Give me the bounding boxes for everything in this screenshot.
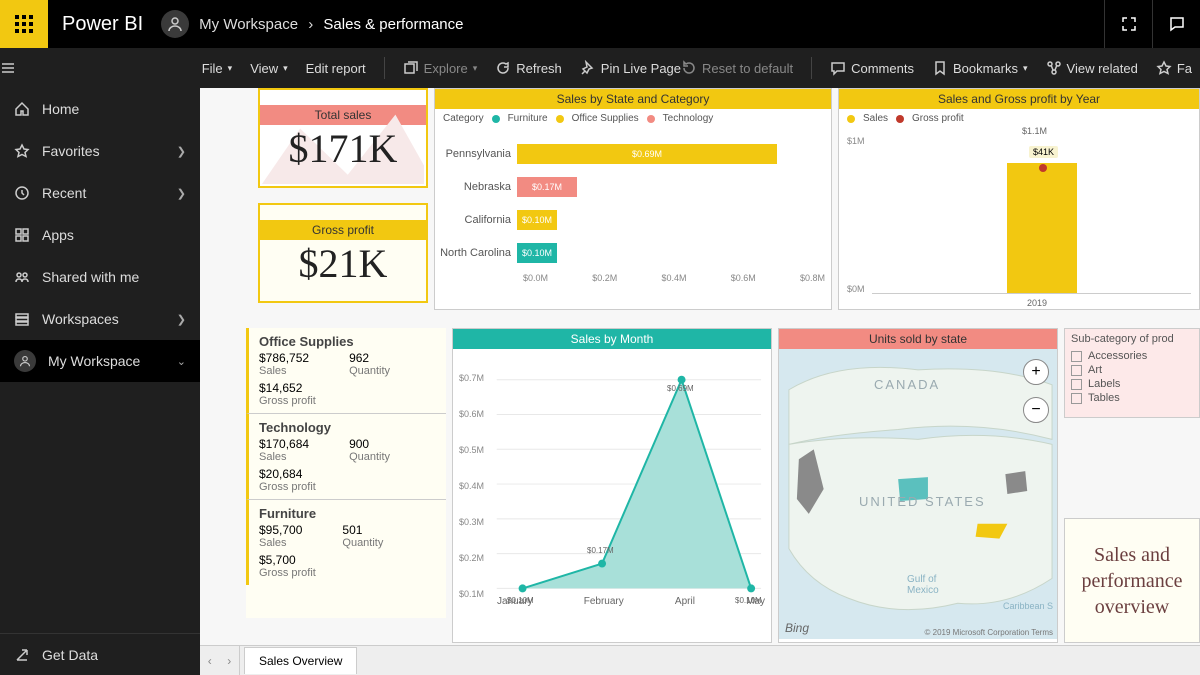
slicer-subcategory[interactable]: Sub-category of prod Accessories Art Lab… (1064, 328, 1200, 418)
map-viewport[interactable]: CANADA UNITED STATES Gulf of Mexico Cari… (779, 349, 1057, 639)
nav-my-workspace[interactable]: My Workspace⌄ (0, 340, 200, 382)
hamburger-icon (0, 60, 16, 76)
pin-icon (580, 60, 596, 76)
chevron-right-icon: ❯ (177, 187, 186, 200)
bookmarks-button[interactable]: Bookmarks▾ (932, 60, 1028, 76)
explore-button[interactable]: Explore▾ (403, 60, 478, 76)
kpi-total-sales[interactable]: Total sales $171K (258, 88, 428, 188)
map-attribution: © 2019 Microsoft Corporation Terms (925, 628, 1053, 637)
person-icon (19, 355, 31, 367)
title-card: Sales and performance overview (1064, 518, 1200, 643)
breadcrumb[interactable]: My Workspace › Sales & performance (199, 16, 463, 33)
report-canvas: Total sales $171K Gross profit $21K Sale… (200, 88, 1200, 675)
tile-title: Units sold by state (779, 329, 1057, 349)
nav-apps[interactable]: Apps (0, 214, 200, 256)
comments-button[interactable]: Comments (830, 60, 914, 76)
chevron-down-icon: ⌄ (177, 355, 186, 368)
x-axis: JanuaryFebruaryAprilMay (497, 596, 765, 607)
explore-icon (403, 60, 419, 76)
tab-prev-button[interactable]: ‹ (208, 654, 212, 668)
nav-toggle-button[interactable] (0, 60, 42, 76)
star-icon (1156, 60, 1172, 76)
file-menu[interactable]: File▾ (202, 61, 232, 76)
bar-row: California$0.10M (435, 205, 825, 235)
chart-legend: Category Furniture Office Supplies Techn… (435, 109, 831, 128)
chart-sales-by-month[interactable]: Sales by Month $0.7M$0.6M$0.5M$0.4M$0. (452, 328, 772, 643)
reset-button[interactable]: Reset to default (681, 60, 793, 76)
star-icon (14, 143, 30, 159)
y-axis: $0.7M$0.6M$0.5M$0.4M$0.3M$0.2M$0.1M (459, 373, 484, 599)
page-tabs: ‹ › Sales Overview (200, 645, 1200, 675)
apps-icon (14, 227, 30, 243)
related-icon (1046, 60, 1062, 76)
cat-card: Technology $170,684Sales900Quantity $20,… (246, 413, 446, 499)
slicer-title: Sub-category of prod (1065, 329, 1199, 349)
tile-title: Gross profit (260, 220, 426, 240)
zoom-in-button[interactable]: + (1023, 359, 1049, 385)
gp-marker (1039, 164, 1047, 172)
slicer-option[interactable]: Art (1065, 363, 1199, 377)
workspace-avatar[interactable] (161, 10, 189, 38)
clock-icon (14, 185, 30, 201)
shared-icon (14, 269, 30, 285)
slicer-option[interactable]: Tables (1065, 391, 1199, 405)
comment-icon (830, 60, 846, 76)
tile-title: Sales by State and Category (435, 89, 831, 109)
tab-next-button[interactable]: › (227, 654, 231, 668)
nav-get-data[interactable]: Get Data (0, 633, 200, 675)
nav-recent[interactable]: Recent❯ (0, 172, 200, 214)
edit-report-button[interactable]: Edit report (306, 61, 366, 76)
chat-icon (1169, 16, 1185, 32)
nav-shared[interactable]: Shared with me (0, 256, 200, 298)
fullscreen-button[interactable] (1104, 0, 1152, 48)
bar-row: Pennsylvania$0.69M (435, 139, 825, 169)
slicer-option[interactable]: Accessories (1065, 349, 1199, 363)
left-nav: Home Favorites❯ Recent❯ Apps Shared with… (0, 88, 200, 675)
category-summary[interactable]: Office Supplies $786,752Sales962Quantity… (246, 328, 446, 618)
tile-title: Sales by Month (453, 329, 771, 349)
app-launcher-button[interactable] (0, 0, 48, 48)
view-menu[interactable]: View▾ (250, 61, 287, 76)
chart-sales-by-state[interactable]: Sales by State and Category Category Fur… (434, 88, 832, 310)
bookmark-icon (932, 60, 948, 76)
kpi-value: $171K (289, 125, 398, 172)
bing-logo: Bing (785, 621, 809, 635)
bar-row: Nebraska$0.17M (435, 172, 825, 202)
waffle-icon (15, 15, 33, 33)
titlebar: Power BI My Workspace › Sales & performa… (0, 0, 1200, 48)
nav-workspaces[interactable]: Workspaces❯ (0, 298, 200, 340)
chart-legend: Sales Gross profit (839, 109, 1199, 128)
map-units-by-state[interactable]: Units sold by state CANADA UNITED STATES… (778, 328, 1058, 643)
zoom-out-button[interactable]: − (1023, 397, 1049, 423)
x-axis: $0.0M$0.2M$0.4M$0.6M$0.8M (435, 271, 831, 283)
page-tab[interactable]: Sales Overview (244, 647, 357, 674)
chat-button[interactable] (1152, 0, 1200, 48)
favorite-button[interactable]: Fa (1156, 60, 1192, 76)
cat-card: Furniture $95,700Sales501Quantity $5,700… (246, 499, 446, 585)
workspaces-icon (14, 311, 30, 327)
kpi-gross-profit[interactable]: Gross profit $21K (258, 203, 428, 303)
command-bar: File▾ View▾ Edit report Explore▾ Refresh… (0, 48, 1200, 88)
home-icon (14, 101, 30, 117)
getdata-icon (14, 647, 30, 663)
tile-title: Sales and Gross profit by Year (839, 89, 1199, 109)
expand-icon (1121, 16, 1137, 32)
column-bar (1007, 163, 1077, 293)
person-icon (167, 16, 183, 32)
nav-favorites[interactable]: Favorites❯ (0, 130, 200, 172)
reset-icon (681, 60, 697, 76)
view-related-button[interactable]: View related (1046, 60, 1138, 76)
refresh-icon (495, 60, 511, 76)
slicer-option[interactable]: Labels (1065, 377, 1199, 391)
nav-home[interactable]: Home (0, 88, 200, 130)
bar-row: North Carolina$0.10M (435, 238, 825, 268)
chart-sales-by-year[interactable]: Sales and Gross profit by Year Sales Gro… (838, 88, 1200, 310)
pin-button[interactable]: Pin Live Page (580, 60, 681, 76)
chevron-right-icon: ❯ (177, 313, 186, 326)
brand-label: Power BI (62, 13, 143, 36)
chevron-right-icon: ❯ (177, 145, 186, 158)
kpi-value: $21K (299, 240, 388, 287)
refresh-button[interactable]: Refresh (495, 60, 562, 76)
cat-card: Office Supplies $786,752Sales962Quantity… (246, 328, 446, 413)
